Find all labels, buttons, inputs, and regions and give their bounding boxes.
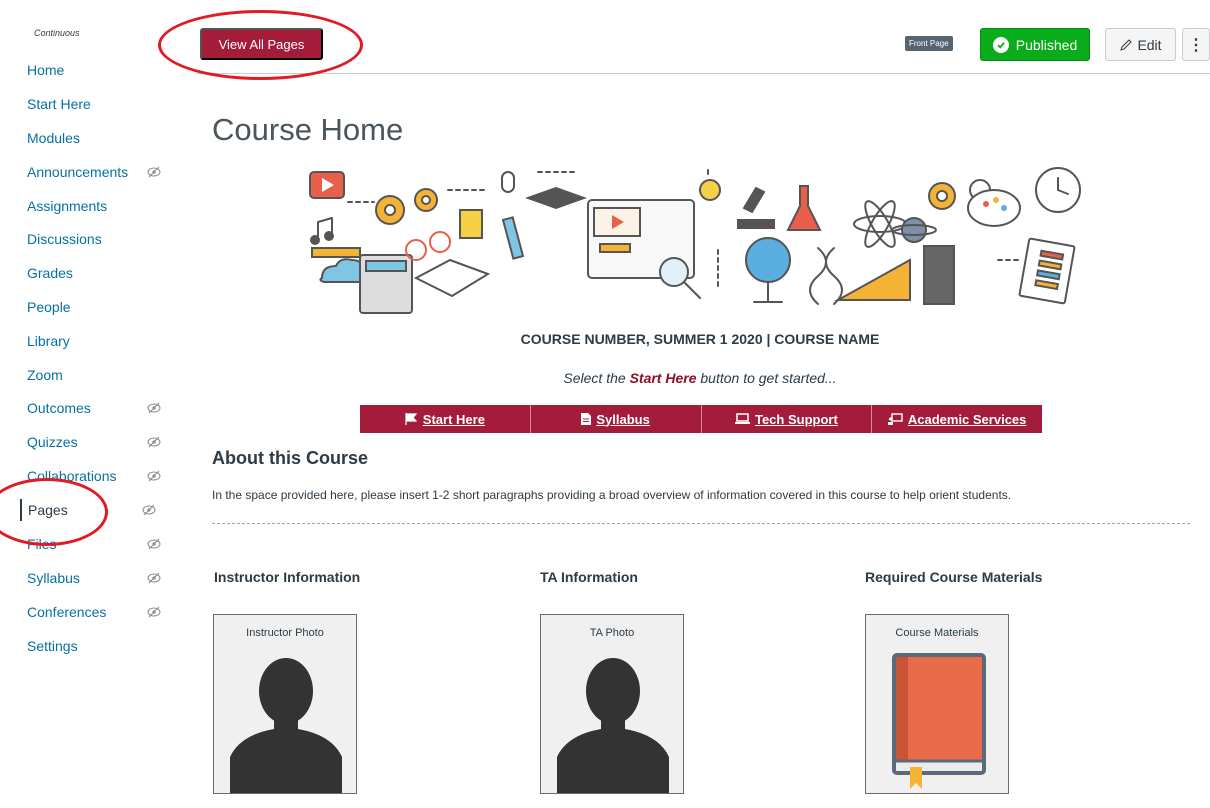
pencil-icon xyxy=(1120,38,1133,51)
edit-button[interactable]: Edit xyxy=(1105,28,1176,61)
hidden-eye-icon xyxy=(142,504,156,516)
ta-heading: TA Information xyxy=(540,569,638,585)
document-icon xyxy=(581,413,592,425)
person-silhouette-icon xyxy=(230,658,342,793)
published-label: Published xyxy=(1015,36,1078,53)
syllabus-link[interactable]: Syllabus xyxy=(531,405,702,433)
presentation-icon xyxy=(887,413,903,425)
section-divider xyxy=(212,523,1190,524)
edit-label: Edit xyxy=(1137,36,1162,53)
hidden-eye-icon xyxy=(147,572,161,584)
page-title: Course Home xyxy=(212,112,404,147)
academic-services-link-label: Academic Services xyxy=(907,411,1027,427)
annotation-circle-view-all xyxy=(158,10,363,80)
course-identifier: COURSE NUMBER, SUMMER 1 2020 | COURSE NA… xyxy=(520,331,880,347)
instructor-photo-card: Instructor Photo xyxy=(213,614,357,794)
sidebar-item-label: Announcements xyxy=(27,164,129,180)
sidebar-item-label: Assignments xyxy=(27,198,108,214)
instructor-heading: Instructor Information xyxy=(214,569,361,585)
sidebar-item-settings[interactable]: Settings xyxy=(27,635,177,657)
sidebar-item-label: Grades xyxy=(27,265,73,281)
course-materials-card: Course Materials xyxy=(865,614,1009,794)
sidebar-item-announcements[interactable]: Announcements xyxy=(27,161,177,183)
course-materials-label: Course Materials xyxy=(895,627,979,639)
sidebar-item-label: Settings xyxy=(27,638,78,654)
sidebar-item-label: Discussions xyxy=(27,231,102,247)
hidden-eye-icon xyxy=(147,436,161,448)
start-here-link[interactable]: Start Here xyxy=(360,405,531,433)
sidebar-item-assignments[interactable]: Assignments xyxy=(27,195,177,217)
book-icon xyxy=(892,653,986,789)
ta-photo-card: TA Photo xyxy=(540,614,684,794)
sidebar-item-label: Quizzes xyxy=(27,434,78,450)
sidebar-item-label: Outcomes xyxy=(27,400,91,416)
check-circle-icon xyxy=(992,36,1009,53)
sidebar-item-conferences[interactable]: Conferences xyxy=(27,601,177,623)
sidebar-item-modules[interactable]: Modules xyxy=(27,127,177,149)
sidebar-item-label: Home xyxy=(27,62,65,78)
sidebar-item-label: People xyxy=(27,299,71,315)
sidebar-item-outcomes[interactable]: Outcomes xyxy=(27,397,177,419)
about-heading: About this Course xyxy=(212,448,368,468)
course-quick-links: Start Here Syllabus Tech Support Academi… xyxy=(360,405,1042,433)
materials-heading: Required Course Materials xyxy=(865,569,1043,585)
tech-support-link[interactable]: Tech Support xyxy=(702,405,873,433)
ta-photo-label: TA Photo xyxy=(589,627,635,639)
hidden-eye-icon xyxy=(147,402,161,414)
sidebar-item-label: Zoom xyxy=(27,367,63,383)
sidebar-item-library[interactable]: Library xyxy=(27,330,177,352)
instruction-suffix: button to get started... xyxy=(696,370,837,386)
instructor-photo-label: Instructor Photo xyxy=(246,627,324,639)
sidebar-caption: Continuous xyxy=(34,28,80,38)
laptop-icon xyxy=(734,413,750,424)
about-text: In the space provided here, please inser… xyxy=(212,488,1012,502)
sidebar-item-label: Conferences xyxy=(27,604,107,620)
sidebar-item-people[interactable]: People xyxy=(27,296,177,318)
sidebar-item-label: Syllabus xyxy=(27,570,80,586)
hidden-eye-icon xyxy=(147,470,161,482)
sidebar-item-quizzes[interactable]: Quizzes xyxy=(27,431,177,453)
instruction-highlight: Start Here xyxy=(629,370,697,386)
sidebar-item-label: Library xyxy=(27,333,70,349)
published-button[interactable]: Published xyxy=(980,28,1090,61)
sidebar-item-home[interactable]: Home xyxy=(27,59,177,81)
front-page-badge: Front Page xyxy=(905,36,953,51)
sidebar-item-start-here[interactable]: Start Here xyxy=(27,93,177,115)
more-options-button[interactable]: ⋮ xyxy=(1182,28,1210,61)
hidden-eye-icon xyxy=(147,606,161,618)
education-icons-banner xyxy=(309,165,1081,314)
start-instruction: Select the Start Here button to get star… xyxy=(420,370,980,386)
tech-support-link-label: Tech Support xyxy=(754,411,838,427)
hidden-eye-icon xyxy=(147,538,161,550)
sidebar-item-grades[interactable]: Grades xyxy=(27,262,177,284)
start-here-link-label: Start Here xyxy=(422,411,485,427)
sidebar-item-label: Start Here xyxy=(27,96,91,112)
hidden-eye-icon xyxy=(147,166,161,178)
course-navigation: Continuous Home Start Here Modules Annou… xyxy=(0,0,180,808)
sidebar-item-label: Modules xyxy=(27,130,80,146)
instruction-prefix: Select the xyxy=(563,370,630,386)
academic-services-link[interactable]: Academic Services xyxy=(872,405,1042,433)
sidebar-item-zoom[interactable]: Zoom xyxy=(27,364,177,386)
header-divider xyxy=(195,73,1210,74)
sidebar-item-syllabus[interactable]: Syllabus xyxy=(27,567,177,589)
person-silhouette-icon xyxy=(557,658,669,793)
sidebar-item-discussions[interactable]: Discussions xyxy=(27,228,177,250)
syllabus-link-label: Syllabus xyxy=(596,411,650,427)
flag-icon xyxy=(405,413,418,425)
